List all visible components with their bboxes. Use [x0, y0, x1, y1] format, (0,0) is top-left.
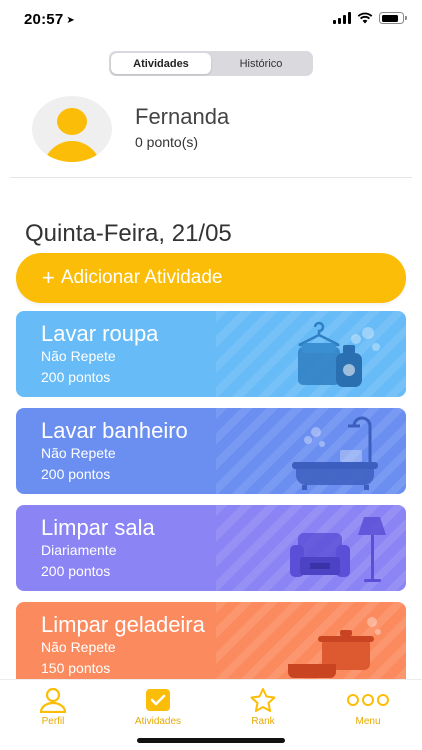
activity-card-lavar-banheiro[interactable]: Lavar banheiro Não Repete 200 pontos — [16, 408, 406, 494]
activity-title: Limpar sala — [41, 515, 155, 540]
more-icon — [347, 694, 389, 706]
activity-card-limpar-sala[interactable]: Limpar sala Diariamente 200 pontos — [16, 505, 406, 591]
date-title: Quinta-Feira, 21/05 — [25, 220, 232, 247]
cellular-signal-icon — [333, 12, 351, 24]
activity-title: Lavar banheiro — [41, 418, 188, 443]
star-icon — [250, 688, 276, 712]
laundry-icon — [298, 321, 380, 387]
activity-frequency: Não Repete — [41, 639, 116, 655]
activity-card-lavar-roupa[interactable]: Lavar roupa Não Repete 200 pontos — [16, 311, 406, 397]
tab-label: Perfil — [41, 716, 65, 727]
tab-rank[interactable]: Rank — [228, 686, 298, 727]
clock-text: 20:57 — [24, 11, 64, 28]
avatar-head — [57, 108, 87, 135]
activity-points: 150 pontos — [41, 660, 111, 676]
plus-icon: + — [42, 265, 55, 290]
location-arrow-icon: ➤ — [66, 15, 75, 26]
status-bar: 20:57 ➤ — [0, 0, 422, 40]
segment-atividades[interactable]: Atividades — [111, 53, 211, 74]
divider — [10, 177, 412, 178]
profile-points: 0 ponto(s) — [135, 134, 199, 150]
home-indicator — [137, 738, 285, 743]
cookware-icon — [288, 617, 381, 678]
checkbox-icon — [146, 689, 170, 711]
tab-label: Rank — [251, 716, 275, 727]
status-icons — [333, 12, 407, 24]
activity-points: 200 pontos — [41, 563, 111, 579]
status-time: 20:57 ➤ — [24, 11, 75, 28]
person-icon — [39, 687, 67, 713]
avatar[interactable] — [32, 96, 112, 162]
add-activity-label: Adicionar Atividade — [60, 267, 223, 288]
living-room-icon — [290, 517, 386, 582]
tab-menu[interactable]: Menu — [333, 686, 403, 727]
bathtub-icon — [292, 416, 378, 490]
activity-frequency: Não Repete — [41, 445, 116, 461]
activity-frequency: Não Repete — [41, 348, 116, 364]
tab-label: Atividades — [134, 716, 182, 727]
profile-name: Fernanda — [135, 104, 230, 129]
tab-atividades[interactable]: Atividades — [123, 686, 193, 727]
activity-frequency: Diariamente — [41, 542, 117, 558]
view-segmented-control[interactable]: Atividades Histórico — [109, 51, 313, 76]
segment-historico[interactable]: Histórico — [211, 53, 311, 74]
activity-card-limpar-geladeira[interactable]: Limpar geladeira Não Repete 150 pontos — [16, 602, 406, 688]
add-activity-button[interactable]: + Adicionar Atividade — [16, 253, 406, 303]
activity-points: 200 pontos — [41, 369, 111, 385]
activity-title: Limpar geladeira — [41, 612, 205, 637]
avatar-body — [43, 141, 101, 162]
tab-label: Menu — [355, 716, 381, 727]
activity-points: 200 pontos — [41, 466, 111, 482]
activity-title: Lavar roupa — [41, 321, 159, 346]
battery-icon — [379, 12, 407, 24]
profile-header: Fernanda 0 ponto(s) — [0, 92, 422, 178]
wifi-icon — [357, 12, 373, 24]
tab-perfil[interactable]: Perfil — [18, 686, 88, 727]
